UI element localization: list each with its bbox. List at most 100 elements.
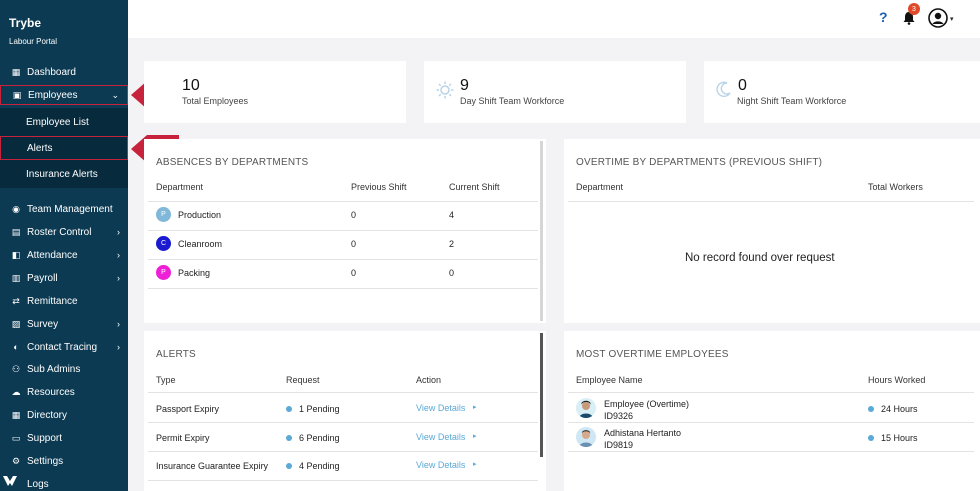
stat-value: 0 [738, 77, 747, 94]
moon-icon [716, 81, 731, 97]
absences-panel: ABSENCES BY DEPARTMENTS Department Previ… [144, 139, 546, 323]
divider [148, 230, 538, 231]
employee-avatar [576, 398, 596, 418]
sidebar-item-survey[interactable]: ▨ Survey › [0, 314, 128, 334]
chevron-right-icon: › [117, 342, 120, 352]
sidebar-item-roster-control[interactable]: ▤ Roster Control › [0, 222, 128, 242]
hours-worked: 15 Hours [881, 433, 918, 443]
view-details-link[interactable]: View Details [416, 403, 465, 413]
sidebar-item-contact-tracing[interactable]: ◐ Contact Tracing › [0, 337, 128, 357]
remittance-icon: ⇄ [12, 295, 20, 306]
sidebar-item-settings[interactable]: ⚙ Settings [0, 451, 128, 471]
stat-value: 9 [460, 77, 469, 94]
sidebar-item-label: Sub Admins [27, 363, 81, 375]
view-details-link[interactable]: View Details [416, 460, 465, 470]
sidebar-item-support[interactable]: ▭ Support [0, 428, 128, 448]
divider [148, 201, 538, 202]
chevron-right-icon[interactable]: ▸ [473, 432, 477, 440]
alerts-panel: ALERTS Type Request Action Passport Expi… [144, 331, 546, 491]
sidebar-item-logs[interactable]: Logs [0, 474, 128, 491]
sidebar-item-remittance[interactable]: ⇄ Remittance [0, 291, 128, 311]
sidebar-item-label: Dashboard [27, 66, 76, 78]
previous-shift-value: 0 [351, 268, 357, 278]
alert-type: Insurance Guarantee Expiry [156, 461, 269, 471]
employees-submenu: Employee List Alerts Insurance Alerts [0, 108, 128, 188]
previous-shift-value: 0 [351, 239, 357, 249]
employee-id: ID9326 [604, 411, 634, 421]
sidebar-item-resources[interactable]: ☁ Resources [0, 382, 128, 402]
column-header: Total Workers [868, 182, 923, 192]
sidebar-item-team-management[interactable]: ◉ Team Management [0, 199, 128, 219]
user-avatar-icon[interactable] [928, 8, 948, 28]
panel-title: MOST OVERTIME EMPLOYEES [576, 349, 729, 360]
submenu-item-employee-list[interactable]: Employee List [0, 110, 128, 134]
sidebar-item-sub-admins[interactable]: ⚇ Sub Admins [0, 359, 128, 379]
department-avatar: P [156, 207, 171, 222]
divider [568, 201, 974, 202]
employee-id: ID9819 [604, 440, 634, 450]
caret-down-icon[interactable]: ▾ [950, 15, 954, 23]
department-name: Cleanroom [178, 239, 223, 249]
trybe-logo-icon [3, 476, 17, 486]
sidebar-item-employees[interactable]: ▣ Employees ⌄ [0, 85, 128, 105]
sidebar-item-label: Directory [27, 409, 68, 421]
divider [148, 451, 538, 452]
column-header: Department [156, 182, 204, 192]
alert-request: 1 Pending [299, 404, 340, 414]
sidebar-item-dashboard[interactable]: ▦ Dashboard [0, 62, 128, 82]
top-bar [128, 0, 980, 38]
dashboard-icon: ▦ [11, 66, 21, 77]
employee-name: Adhistana Hertanto [604, 428, 682, 438]
department-name: Packing [178, 268, 211, 278]
sidebar-item-label: Employees [28, 89, 78, 101]
chevron-right-icon: › [117, 227, 120, 237]
employee-avatar [576, 427, 596, 447]
divider [568, 422, 974, 423]
hours-worked: 24 Hours [881, 404, 918, 414]
chevron-right-icon: › [117, 273, 120, 283]
payroll-icon: ▥ [11, 272, 21, 283]
status-dot [868, 435, 874, 441]
column-header: Hours Worked [868, 375, 926, 385]
sidebar-item-label: Payroll [27, 272, 58, 284]
sidebar-item-directory[interactable]: ▦ Directory [0, 405, 128, 425]
roster-icon: ▤ [11, 226, 21, 237]
stat-label: Night Shift Team Workforce [737, 96, 847, 106]
status-dot [868, 406, 874, 412]
column-header: Current Shift [449, 182, 500, 192]
chevron-right-icon: › [117, 319, 120, 329]
stat-value: 10 [182, 77, 200, 94]
most-overtime-panel: MOST OVERTIME EMPLOYEES Employee Name Ho… [564, 331, 980, 491]
chevron-right-icon[interactable]: ▸ [473, 460, 477, 468]
view-details-link[interactable]: View Details [416, 432, 465, 442]
submenu-item-alerts[interactable]: Alerts [0, 136, 128, 160]
current-shift-value: 2 [449, 239, 455, 249]
sidebar-item-label: Support [27, 432, 63, 444]
department-name: Production [178, 210, 222, 220]
employees-icon: ▣ [12, 89, 22, 100]
divider [148, 422, 538, 423]
chevron-down-icon: ⌄ [111, 89, 119, 100]
chevron-right-icon: › [117, 250, 120, 260]
brand-title: Trybe [9, 16, 42, 30]
divider [148, 392, 538, 393]
column-header: Department [576, 182, 624, 192]
sidebar-item-label: Team Management [27, 203, 113, 215]
resources-icon: ☁ [11, 386, 21, 397]
contact-tracing-icon: ◐ [13, 341, 19, 352]
scrollbar[interactable] [540, 141, 543, 321]
empty-state-message: No record found over request [685, 252, 835, 264]
chevron-right-icon[interactable]: ▸ [473, 403, 477, 411]
divider [148, 288, 538, 289]
sidebar-item-attendance[interactable]: ◧ Attendance › [0, 245, 128, 265]
sidebar-item-payroll[interactable]: ▥ Payroll › [0, 268, 128, 288]
sun-icon [436, 81, 454, 99]
scrollbar[interactable] [540, 333, 543, 457]
previous-shift-value: 0 [351, 210, 357, 220]
help-icon[interactable]: ? [879, 9, 888, 25]
department-avatar: P [156, 265, 171, 280]
stat-label: Total Employees [182, 96, 249, 106]
divider [148, 480, 538, 481]
submenu-item-insurance-alerts[interactable]: Insurance Alerts [0, 162, 128, 186]
status-dot [286, 463, 292, 469]
